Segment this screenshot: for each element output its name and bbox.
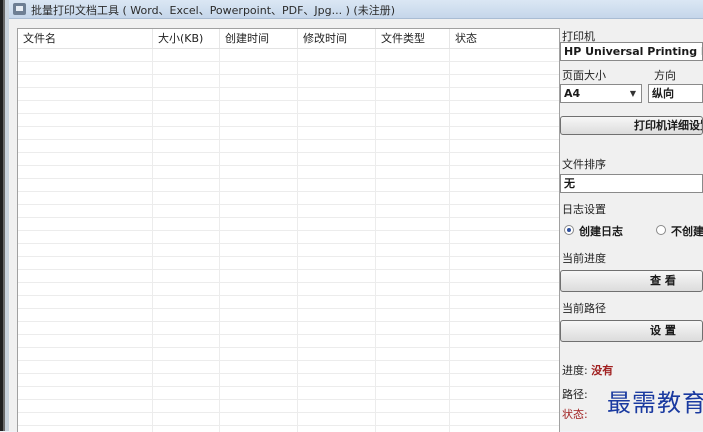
settings-panel: 打印机 HP Universal Printing PCL 页面大小 方向 A4…: [560, 19, 703, 431]
sort-label: 文件排序: [562, 158, 606, 171]
progress-label: 当前进度: [562, 252, 606, 265]
main-window: 文件名 大小(KB) 创建时间 修改时间 文件类型 状态 打印机 HP Univ…: [9, 19, 703, 432]
status-path-label: 路径:: [562, 388, 588, 401]
log-none-label[interactable]: 不创建: [671, 223, 703, 239]
column-size[interactable]: 大小(KB): [153, 29, 220, 48]
column-divider: [152, 49, 153, 432]
column-file-name[interactable]: 文件名: [18, 29, 153, 48]
log-create-radio[interactable]: [564, 225, 574, 235]
status-state-label: 状态:: [562, 408, 588, 421]
page-size-value: A4: [564, 87, 581, 100]
log-settings-label: 日志设置: [562, 203, 606, 216]
column-modified[interactable]: 修改时间: [298, 29, 376, 48]
path-label: 当前路径: [562, 302, 606, 315]
printer-details-button[interactable]: 打印机详细设置: [560, 116, 703, 135]
log-create-label[interactable]: 创建日志: [579, 223, 623, 239]
column-divider: [297, 49, 298, 432]
printer-app-icon: [13, 3, 26, 15]
page-size-select[interactable]: A4 ▼: [560, 84, 642, 103]
file-list[interactable]: 文件名 大小(KB) 创建时间 修改时间 文件类型 状态: [17, 28, 560, 432]
orientation-label: 方向: [654, 69, 676, 82]
sort-select[interactable]: 无: [560, 174, 703, 193]
printer-select[interactable]: HP Universal Printing PCL: [560, 42, 703, 61]
column-status[interactable]: 状态: [450, 29, 559, 48]
watermark-logo: 最需教育: [607, 389, 703, 417]
page-size-label: 页面大小: [562, 69, 606, 82]
window-left-edge: [0, 0, 9, 431]
set-path-button[interactable]: 设 置: [560, 320, 703, 342]
column-divider: [375, 49, 376, 432]
column-file-type[interactable]: 文件类型: [376, 29, 450, 48]
column-created[interactable]: 创建时间: [220, 29, 298, 48]
column-divider: [219, 49, 220, 432]
column-divider: [449, 49, 450, 432]
file-list-header: 文件名 大小(KB) 创建时间 修改时间 文件类型 状态: [18, 29, 559, 49]
log-none-radio[interactable]: [656, 225, 666, 235]
orientation-select[interactable]: 纵向: [648, 84, 703, 103]
title-bar: 批量打印文档工具 ( Word、Excel、Powerpoint、PDF、Jpg…: [9, 0, 703, 19]
window-title: 批量打印文档工具 ( Word、Excel、Powerpoint、PDF、Jpg…: [31, 4, 396, 17]
file-list-body[interactable]: [18, 49, 559, 432]
status-progress-label: 进度:: [562, 364, 588, 377]
status-progress-value: 没有: [591, 364, 614, 377]
status-progress: 进度: 没有: [562, 362, 613, 378]
view-button[interactable]: 查 看: [560, 270, 703, 292]
chevron-down-icon[interactable]: ▼: [630, 85, 636, 102]
